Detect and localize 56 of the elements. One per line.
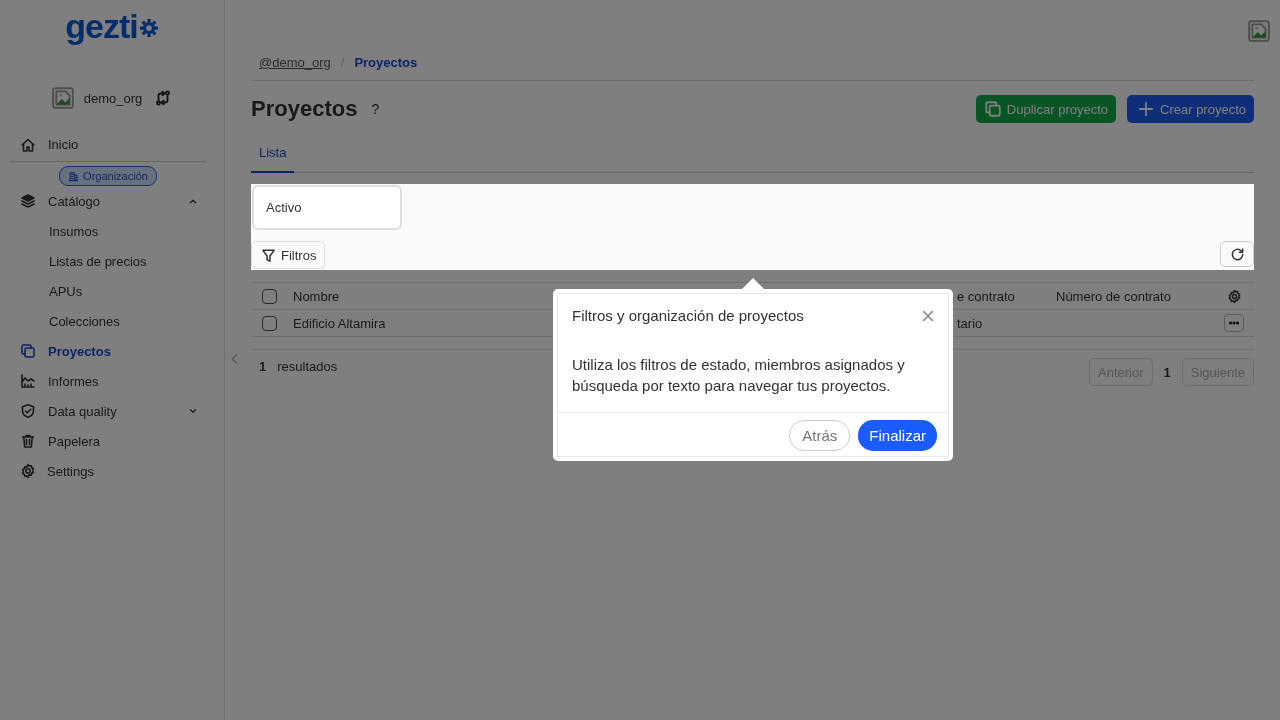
org-avatar-icon <box>51 87 74 109</box>
result-label: resultados <box>277 359 338 376</box>
sidebar-item[interactable]: Catálogo <box>0 186 224 216</box>
checkbox[interactable] <box>262 288 277 304</box>
column-header: e contrato <box>957 288 1015 304</box>
shield-check-icon <box>20 403 36 419</box>
table-cell: tario <box>957 315 983 331</box>
submenu-item[interactable]: Insumos <box>0 216 224 246</box>
table-cell: Edificio Altamira <box>293 315 386 331</box>
popover-title: Filtros y organización de proyectos <box>572 307 804 324</box>
page-number[interactable]: 1 <box>1160 364 1174 380</box>
more-button[interactable] <box>1224 314 1244 332</box>
help-button[interactable]: ? <box>367 99 384 119</box>
trash-icon <box>20 433 36 449</box>
sidebar-item[interactable]: Proyectos <box>0 336 224 366</box>
checkbox[interactable] <box>262 315 277 331</box>
breadcrumb-separator: / <box>340 55 345 70</box>
sidebar-item[interactable]: Data quality <box>0 396 224 426</box>
breadcrumb-link[interactable]: @demo_org <box>259 55 331 70</box>
page-title: Proyectos <box>251 96 358 122</box>
chart-icon <box>20 373 36 389</box>
duplicate-button[interactable]: Duplicar proyecto <box>975 95 1116 123</box>
plus-icon <box>1137 100 1155 118</box>
sidebar-item[interactable]: Settings <box>0 456 224 486</box>
column-header: Nombre <box>293 288 340 304</box>
layers-icon <box>20 193 36 209</box>
settings-icon[interactable] <box>1226 288 1242 304</box>
refresh-button[interactable] <box>1220 241 1254 267</box>
logo[interactable]: gezti <box>65 8 159 44</box>
result-count: 1 <box>259 359 267 376</box>
column-header: Número de contrato <box>1056 288 1171 304</box>
popover-text: Utiliza los filtros de estado, miembros asignados y búsqueda por texto para navegar tus proyectos. <box>572 355 906 396</box>
submenu-item[interactable]: Listas de precios <box>0 246 224 276</box>
switch-icon[interactable] <box>154 89 173 107</box>
submenu-item[interactable]: Colecciones <box>0 306 224 336</box>
status-field[interactable]: Activo <box>252 185 402 230</box>
user-avatar-icon[interactable] <box>1248 20 1270 42</box>
sidebar-item[interactable]: Informes <box>0 366 224 396</box>
back-button[interactable]: Atrás <box>789 420 851 451</box>
copy-icon <box>983 100 1002 118</box>
sidebar-item[interactable]: Inicio <box>11 131 206 161</box>
tab[interactable]: Lista <box>251 137 295 173</box>
refresh-icon <box>1229 246 1245 262</box>
filters-button[interactable]: Filtros <box>251 241 326 269</box>
section-badge: Organización <box>59 166 157 186</box>
breadcrumb-current: Proyectos <box>354 55 418 70</box>
settings-icon <box>20 463 36 479</box>
home-icon <box>20 136 36 153</box>
submenu-item[interactable]: APUs <box>0 276 224 306</box>
org-name: demo_org <box>83 90 143 106</box>
copy-icon <box>20 343 36 359</box>
filter-icon <box>261 247 276 263</box>
building-icon <box>68 170 80 182</box>
finish-button[interactable]: Finalizar <box>858 420 937 451</box>
create-button[interactable]: Crear proyecto <box>1127 95 1254 123</box>
sidebar-item[interactable]: Papelera <box>0 426 224 456</box>
